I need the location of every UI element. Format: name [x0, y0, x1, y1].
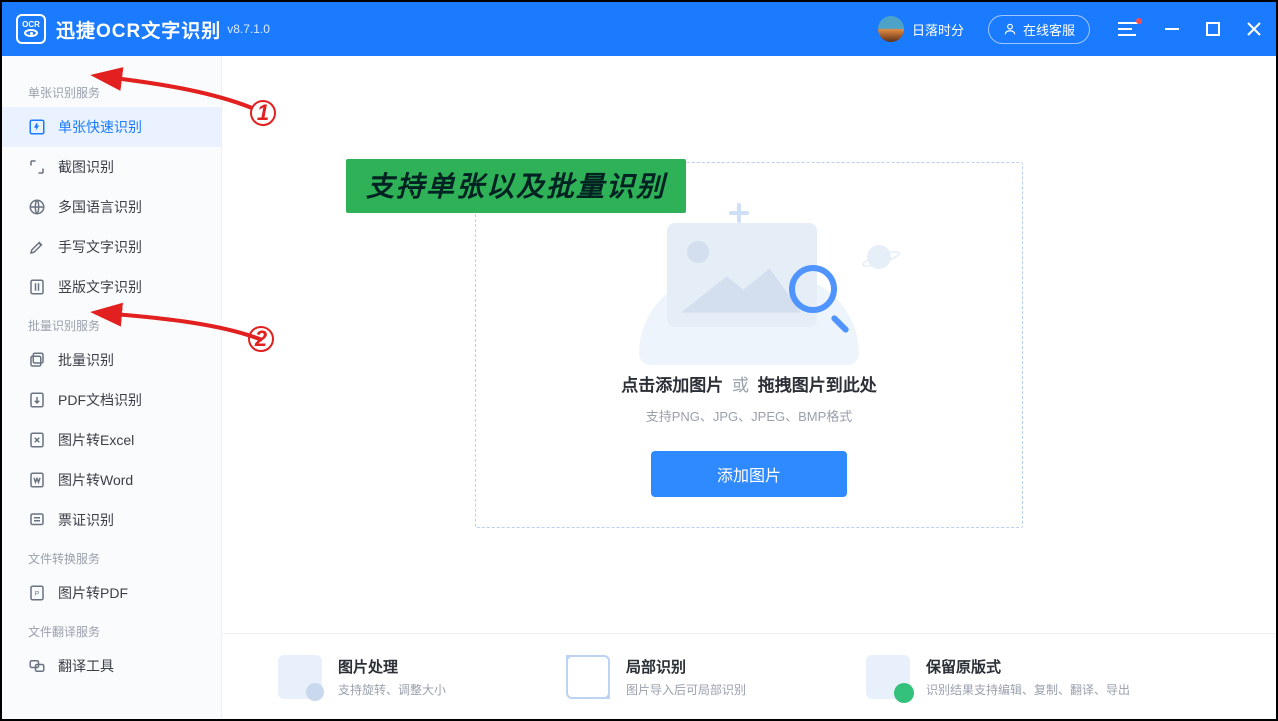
- feature-desc: 识别结果支持编辑、复制、翻译、导出: [926, 681, 1130, 698]
- sidebar-item-label: 手写文字识别: [58, 237, 142, 257]
- sidebar-item-label: 图片转Word: [58, 470, 133, 490]
- dropzone[interactable]: 支持单张以及批量识别 点击添加图片 或 拖拽图片到此处 支持PNG、JPG、JP…: [475, 162, 1023, 528]
- maximize-button[interactable]: [1206, 22, 1220, 36]
- sidebar-item-label: PDF文档识别: [58, 390, 142, 410]
- sidebar-item-label: 票证识别: [58, 510, 114, 530]
- avatar: [878, 16, 904, 42]
- sidebar-item-screenshot[interactable]: 截图识别: [2, 147, 221, 187]
- sidebar-item-multilang[interactable]: 多国语言识别: [2, 187, 221, 227]
- dropzone-drag-label: 拖拽图片到此处: [758, 376, 877, 395]
- main-content: 支持单张以及批量识别 点击添加图片 或 拖拽图片到此处 支持PNG、JPG、JP…: [222, 56, 1276, 719]
- app-title: 迅捷OCR文字识别: [56, 16, 221, 43]
- feature-title: 图片处理: [338, 656, 446, 677]
- dropzone-click-label: 点击添加图片: [621, 376, 723, 395]
- sidebar: 单张识别服务 单张快速识别 截图识别 多国语言识别 手写文字识别 竖版文字识别 …: [2, 56, 222, 719]
- add-image-button[interactable]: 添加图片: [651, 451, 847, 497]
- feature-desc: 支持旋转、调整大小: [338, 681, 446, 698]
- sidebar-item-label: 图片转PDF: [58, 583, 128, 603]
- sidebar-item-image-pdf[interactable]: P 图片转PDF: [2, 573, 221, 613]
- image-pdf-icon: P: [28, 584, 46, 602]
- sidebar-item-label: 单张快速识别: [58, 117, 142, 137]
- feature-region-ocr: 局部识别 图片导入后可局部识别: [566, 655, 746, 699]
- svg-text:P: P: [35, 590, 40, 597]
- sidebar-item-single-fast[interactable]: 单张快速识别: [2, 107, 221, 147]
- sidebar-item-label: 批量识别: [58, 350, 114, 370]
- minimize-button[interactable]: [1164, 21, 1180, 37]
- sidebar-section-batch: 批量识别服务: [2, 307, 221, 340]
- dropzone-text: 点击添加图片 或 拖拽图片到此处: [621, 371, 876, 396]
- app-version: v8.7.1.0: [227, 22, 270, 36]
- dropzone-subtext: 支持PNG、JPG、JPEG、BMP格式: [646, 406, 853, 425]
- feature-title: 保留原版式: [926, 656, 1130, 677]
- feature-title: 局部识别: [626, 656, 746, 677]
- sidebar-item-pdf[interactable]: PDF文档识别: [2, 380, 221, 420]
- feature-footer: 图片处理 支持旋转、调整大小 局部识别 图片导入后可局部识别 保留原版式 识别结…: [222, 633, 1276, 719]
- sidebar-item-label: 竖版文字识别: [58, 277, 142, 297]
- menu-button[interactable]: [1118, 22, 1138, 36]
- handwriting-icon: [28, 238, 46, 256]
- sidebar-item-handwriting[interactable]: 手写文字识别: [2, 227, 221, 267]
- word-icon: [28, 471, 46, 489]
- screenshot-icon: [28, 158, 46, 176]
- excel-icon: [28, 431, 46, 449]
- sidebar-item-label: 多国语言识别: [58, 197, 142, 217]
- receipt-icon: [28, 511, 46, 529]
- feature-keep-layout: 保留原版式 识别结果支持编辑、复制、翻译、导出: [866, 655, 1130, 699]
- sidebar-item-receipt[interactable]: 票证识别: [2, 500, 221, 540]
- globe-icon: [28, 198, 46, 216]
- sidebar-item-label: 图片转Excel: [58, 430, 134, 450]
- notification-dot-icon: [1136, 18, 1142, 24]
- title-bar: OCR 迅捷OCR文字识别 v8.7.1.0 日落时分 在线客服: [2, 2, 1276, 56]
- sidebar-item-batch[interactable]: 批量识别: [2, 340, 221, 380]
- pdf-icon: [28, 391, 46, 409]
- app-logo-icon: OCR: [16, 14, 46, 44]
- sidebar-section-convert: 文件转换服务: [2, 540, 221, 573]
- batch-icon: [28, 351, 46, 369]
- feature-image-process-icon: [278, 655, 322, 699]
- single-fast-icon: [28, 118, 46, 136]
- dropzone-or-label: 或: [732, 376, 749, 395]
- user-account[interactable]: 日落时分: [878, 16, 964, 42]
- customer-service-label: 在线客服: [1023, 20, 1075, 39]
- sidebar-item-translate[interactable]: 翻译工具: [2, 646, 221, 686]
- headset-icon: [1003, 22, 1017, 36]
- feature-desc: 图片导入后可局部识别: [626, 681, 746, 698]
- sidebar-item-word[interactable]: 图片转Word: [2, 460, 221, 500]
- feature-region-ocr-icon: [566, 655, 610, 699]
- sidebar-section-translate: 文件翻译服务: [2, 613, 221, 646]
- feature-image-process: 图片处理 支持旋转、调整大小: [278, 655, 446, 699]
- vertical-text-icon: [28, 278, 46, 296]
- translate-icon: [28, 657, 46, 675]
- sidebar-section-single: 单张识别服务: [2, 74, 221, 107]
- feature-keep-layout-icon: [866, 655, 910, 699]
- sidebar-item-excel[interactable]: 图片转Excel: [2, 420, 221, 460]
- sidebar-item-label: 截图识别: [58, 157, 114, 177]
- sidebar-item-label: 翻译工具: [58, 656, 114, 676]
- close-button[interactable]: [1246, 21, 1262, 37]
- sidebar-item-vertical[interactable]: 竖版文字识别: [2, 267, 221, 307]
- user-name: 日落时分: [912, 20, 964, 39]
- placeholder-illustration-icon: [619, 205, 879, 365]
- customer-service-button[interactable]: 在线客服: [988, 15, 1090, 44]
